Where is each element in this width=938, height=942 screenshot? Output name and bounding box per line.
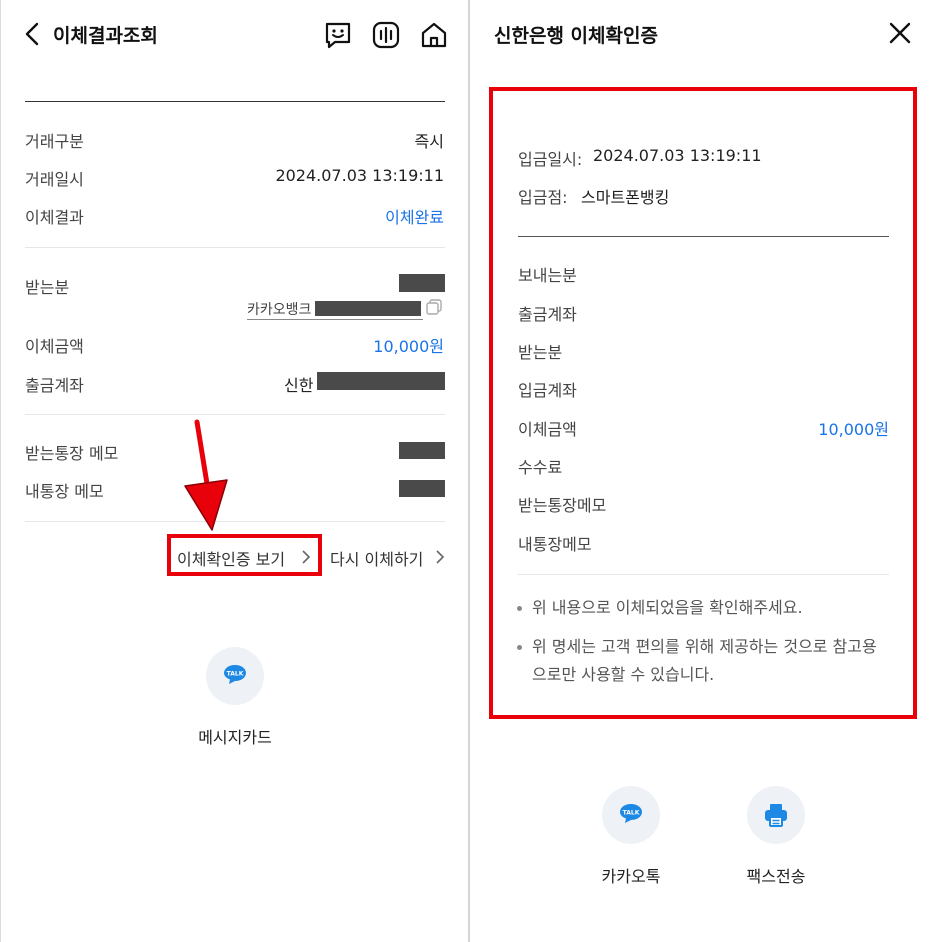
field-label: 수수료 <box>518 458 563 477</box>
recipient-account-link[interactable]: 카카오뱅크 <box>247 298 423 320</box>
deposit-datetime-label: 입금일시: <box>518 150 583 169</box>
transfer-datetime-label: 거래일시 <box>25 170 84 189</box>
header-divider <box>25 101 445 102</box>
page-title: 이체결과조회 <box>53 25 158 47</box>
fax-printer-icon <box>765 804 787 827</box>
field-label: 내통장메모 <box>518 535 592 554</box>
deposit-branch-value: 스마트폰뱅킹 <box>581 188 670 207</box>
copy-icon[interactable] <box>425 298 443 316</box>
chevron-left-icon[interactable] <box>23 22 41 46</box>
chevron-right-icon <box>302 550 311 564</box>
recipient-account-redacted <box>315 301 421 316</box>
retry-transfer-button[interactable]: 다시 이체하기 <box>330 546 423 570</box>
field-label: 받는통장메모 <box>518 496 607 515</box>
section-divider <box>25 521 445 522</box>
transfer-datetime-value: 2024.07.03 13:19:11 <box>275 166 444 185</box>
annotation-arrow-icon <box>184 419 228 531</box>
field-label: 이체금액 <box>518 420 577 439</box>
withdraw-account-label: 출금계좌 <box>25 376 84 395</box>
field-label: 입금계좌 <box>518 381 577 400</box>
note-text: 위 명세는 고객 편의를 위해 제공하는 것으로 참고용으로만 사용할 수 있습… <box>532 637 877 684</box>
certificate-highlight <box>489 87 917 719</box>
field-label: 보내는분 <box>518 266 577 285</box>
note-text: 위 내용으로 이체되었음을 확인해주세요. <box>532 598 803 617</box>
deposit-datetime-value: 2024.07.03 13:19:11 <box>593 146 762 165</box>
field-value: 10,000원 <box>818 420 889 439</box>
kakaotalk-icon: TALK <box>224 665 246 684</box>
kakaotalk-label: 카카오톡 <box>601 867 661 886</box>
page-title: 신한은행 이체확인증 <box>494 25 658 47</box>
transfer-type-label: 거래구분 <box>25 132 84 151</box>
close-icon[interactable] <box>888 21 912 45</box>
section-divider <box>25 247 445 248</box>
transfer-result-value: 이체완료 <box>385 208 444 227</box>
message-card-label: 메시지카드 <box>198 728 272 747</box>
transfer-type-value: 즉시 <box>414 132 444 151</box>
field-label: 출금계좌 <box>518 305 577 324</box>
field-label: 받는분 <box>518 343 563 362</box>
recipient-memo-label: 받는통장 메모 <box>25 444 119 463</box>
amount-value: 10,000원 <box>373 337 444 356</box>
note-bullet-icon <box>517 606 522 611</box>
kakaotalk-share-button[interactable]: TALK <box>206 647 264 705</box>
section-divider <box>25 414 445 415</box>
talk-badge: TALK <box>623 810 640 817</box>
recipient-label: 받는분 <box>25 278 70 297</box>
deposit-branch-label: 입금점: <box>518 188 568 207</box>
transfer-result-screen: 이체결과조회 거래구분 즉시 거래일시 2024.07.03 13:19:11 … <box>0 0 468 942</box>
fax-send-button[interactable] <box>747 786 805 844</box>
transfer-result-label: 이체결과 <box>25 208 84 227</box>
fax-send-label: 팩스전송 <box>746 867 806 886</box>
section-divider <box>518 574 889 575</box>
recipient-memo-redacted <box>399 442 445 459</box>
recipient-name-redacted <box>399 274 445 292</box>
withdraw-bank-name: 신한 <box>284 376 314 395</box>
recipient-bank-name: 카카오뱅크 <box>247 302 312 318</box>
kakaotalk-share-button[interactable]: TALK <box>602 786 660 844</box>
chat-smile-icon[interactable] <box>323 20 353 50</box>
view-certificate-button[interactable]: 이체확인증 보기 <box>177 546 285 570</box>
my-memo-label: 내통장 메모 <box>25 482 104 501</box>
withdraw-account-redacted <box>317 372 445 390</box>
amount-label: 이체금액 <box>25 337 84 356</box>
voice-bars-icon[interactable] <box>371 20 401 50</box>
transfer-certificate-screen: 신한은행 이체확인증 입금일시: 2024.07.03 13:19:11 입금점… <box>470 0 938 942</box>
kakaotalk-icon: TALK <box>620 804 642 823</box>
retry-transfer-label: 다시 이체하기 <box>330 550 424 569</box>
section-divider <box>518 236 889 237</box>
talk-badge: TALK <box>227 671 244 678</box>
home-icon[interactable] <box>419 20 449 50</box>
my-memo-redacted <box>399 480 445 497</box>
view-certificate-label: 이체확인증 보기 <box>177 550 286 569</box>
note-bullet-icon <box>517 645 522 650</box>
chevron-right-icon <box>436 550 445 564</box>
